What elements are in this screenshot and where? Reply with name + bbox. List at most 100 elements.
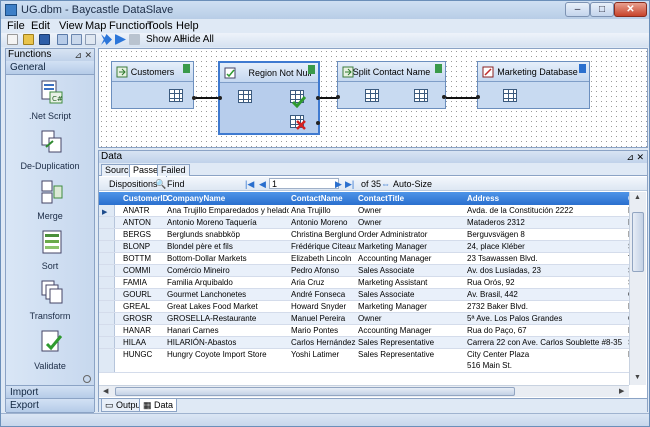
table-cell[interactable]: Hungry Coyote Import Store — [167, 349, 289, 361]
menu-map[interactable]: Map — [85, 20, 106, 32]
table-cell[interactable]: Ana Trujillo Emparedados y helados — [167, 205, 289, 217]
table-cell[interactable]: Sales Associate — [358, 265, 465, 277]
table-cell[interactable]: Accounting Manager — [358, 253, 465, 265]
table-cell[interactable]: Owner — [358, 217, 465, 229]
scroll-right-icon[interactable]: ▶ — [619, 387, 624, 395]
run-icon[interactable] — [115, 34, 126, 45]
table-cell[interactable]: Manuel Pereira — [291, 313, 356, 325]
table-cell[interactable]: Berguvsvägen 8 — [467, 229, 625, 241]
table-row[interactable]: BOTTM Bottom-Dollar Markets Elizabeth Linc… — [99, 253, 629, 265]
output-port[interactable] — [192, 96, 196, 100]
table-cell[interactable]: Sales Representative — [358, 349, 465, 361]
menu-view[interactable]: View — [59, 20, 83, 32]
output-grid-icon[interactable] — [414, 89, 428, 102]
scroll-left-icon[interactable]: ◀ — [103, 387, 108, 395]
table-cell[interactable]: 2732 Baker Blvd. — [467, 301, 625, 313]
table-cell[interactable]: Owner — [358, 313, 465, 325]
menu-tools[interactable]: Tools — [147, 20, 173, 32]
table-cell[interactable]: Sales Representative — [358, 337, 465, 349]
table-cell[interactable]: Antonio Moreno Taquería — [167, 217, 289, 229]
row-selector[interactable] — [99, 313, 115, 324]
output-grid-icon[interactable] — [169, 89, 183, 102]
table-row[interactable]: BERGS Berglunds snabbköp Christina Berglun… — [99, 229, 629, 241]
input-port[interactable] — [218, 96, 222, 100]
dispositions-button[interactable]: Dispositions — [109, 179, 158, 189]
table-cell[interactable]: HILARIÓN-Abastos — [167, 337, 289, 349]
next-page-icon[interactable]: ▶ — [335, 179, 342, 190]
column-header[interactable]: CompanyName — [167, 194, 225, 203]
close-button[interactable]: ✕ — [614, 2, 647, 17]
table-cell[interactable]: GROSR — [123, 313, 165, 325]
copy-icon[interactable] — [71, 34, 82, 45]
row-selector[interactable] — [99, 241, 115, 252]
table-cell[interactable]: Owner — [358, 205, 465, 217]
last-page-icon[interactable]: ▶| — [345, 179, 354, 190]
hide-all-button[interactable]: Hide All — [180, 34, 214, 45]
table-row[interactable]: FAMIA Familia Arquibaldo Aria Cruz Marketin… — [99, 277, 629, 289]
row-selector[interactable] — [99, 325, 115, 336]
tool-merge[interactable]: Merge — [6, 177, 94, 227]
table-cell[interactable]: Berglunds snabbköp — [167, 229, 289, 241]
row-selector[interactable] — [99, 277, 115, 288]
show-all-button[interactable]: Show All — [146, 34, 184, 45]
table-cell[interactable]: Frédérique Citeaux — [291, 241, 356, 253]
table-cell[interactable]: HUNGC — [123, 349, 165, 361]
run-all-icon[interactable] — [101, 34, 112, 45]
row-selector[interactable] — [99, 265, 115, 276]
table-cell[interactable]: 24, place Kléber — [467, 241, 625, 253]
group-general[interactable]: General — [6, 61, 94, 75]
table-cell[interactable]: HANAR — [123, 325, 165, 337]
table-cell[interactable]: Aria Cruz — [291, 277, 356, 289]
column-header[interactable]: ContactName — [291, 194, 343, 203]
node-split-contact-name[interactable]: Split Contact Name — [336, 61, 446, 109]
table-cell[interactable]: 23 Tsawassen Blvd. — [467, 253, 625, 265]
row-selector[interactable] — [99, 289, 115, 300]
table-cell[interactable]: Marketing Manager — [358, 301, 465, 313]
column-header[interactable]: ContactTitle — [358, 194, 404, 203]
input-grid-icon[interactable] — [503, 89, 517, 102]
table-cell[interactable]: Yoshi Latimer — [291, 349, 356, 361]
table-cell[interactable]: Rua Orós, 92 — [467, 277, 625, 289]
scroll-up-icon[interactable]: ▲ — [634, 194, 641, 201]
vertical-scrollbar[interactable]: ▲ ▼ — [629, 192, 646, 385]
node-region-not-null[interactable]: Region Not Null — [218, 61, 320, 135]
table-cell[interactable]: Av. dos Lusíadas, 23 — [467, 265, 625, 277]
tool-de-duplication[interactable]: De-Duplication — [6, 127, 94, 177]
table-cell[interactable]: Marketing Manager — [358, 241, 465, 253]
horizontal-scroll-thumb[interactable] — [115, 387, 515, 396]
minimize-button[interactable]: – — [565, 2, 590, 17]
page-number-input[interactable]: 1 — [269, 178, 339, 189]
tool-validate[interactable]: Validate — [6, 327, 94, 377]
table-cell[interactable]: Avda. de la Constitución 2222 — [467, 205, 625, 217]
table-cell[interactable]: 5ª Ave. Los Palos Grandes — [467, 313, 625, 325]
group-import[interactable]: Import — [6, 385, 94, 399]
table-cell[interactable]: ANTON — [123, 217, 165, 229]
menu-help[interactable]: Help — [176, 20, 199, 32]
table-row[interactable]: HANAR Hanari Carnes Mario Pontes Accounting… — [99, 325, 629, 337]
map-canvas[interactable]: Customers Region Not Null Split Contact … — [98, 48, 648, 148]
menu-function[interactable]: Function — [109, 20, 151, 32]
table-cell[interactable]: BLONP — [123, 241, 165, 253]
table-cell[interactable]: GOURL — [123, 289, 165, 301]
table-cell[interactable]: BERGS — [123, 229, 165, 241]
tool-net-script[interactable]: C# .Net Script — [6, 77, 94, 127]
table-cell[interactable]: Mario Pontes — [291, 325, 356, 337]
input-port[interactable] — [336, 95, 340, 99]
table-row[interactable]: GOURL Gourmet Lanchonetes André Fonseca Sal… — [99, 289, 629, 301]
table-row[interactable]: HILAA HILARIÓN-Abastos Carlos Hernández Sal… — [99, 337, 629, 349]
row-selector[interactable]: ▶ — [99, 205, 115, 216]
group-export[interactable]: Export — [6, 399, 94, 413]
menu-file[interactable]: File — [7, 20, 25, 32]
tab-data[interactable]: ▦ Data — [139, 399, 178, 412]
table-cell[interactable]: Antonio Moreno — [291, 217, 356, 229]
tool-sort[interactable]: Sort — [6, 227, 94, 277]
column-header[interactable]: CustomerID — [123, 194, 168, 203]
row-selector[interactable] — [99, 253, 115, 264]
add-function-icon[interactable] — [57, 34, 68, 45]
find-button[interactable]: Find — [167, 179, 185, 189]
row-selector[interactable] — [99, 229, 115, 240]
vertical-scroll-thumb[interactable] — [632, 212, 644, 272]
table-cell[interactable]: Order Administrator — [358, 229, 465, 241]
table-cell[interactable]: GROSELLA-Restaurante — [167, 313, 289, 325]
table-cell[interactable]: Rua do Paço, 67 — [467, 325, 625, 337]
